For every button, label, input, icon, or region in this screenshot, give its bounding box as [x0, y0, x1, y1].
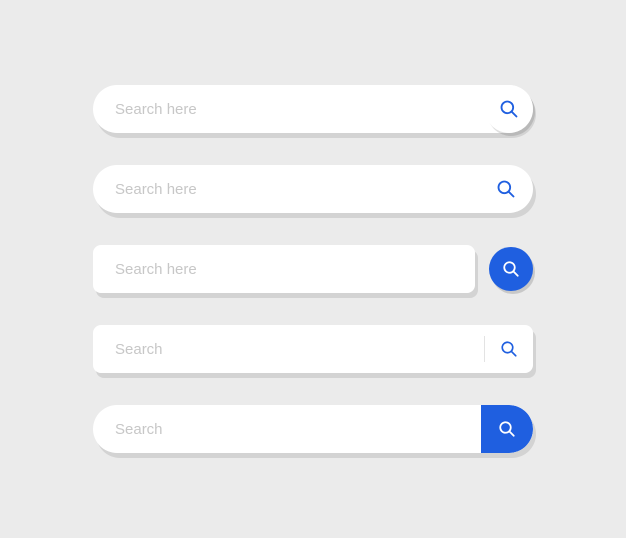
search-input[interactable]: [93, 245, 475, 293]
search-button[interactable]: [485, 85, 533, 133]
search-icon: [499, 99, 519, 119]
search-icon: [502, 260, 520, 278]
search-input[interactable]: [93, 325, 484, 373]
search-input[interactable]: [93, 405, 481, 453]
search-bar-pill-circle: [93, 85, 533, 133]
search-bar-rect-detached: [93, 245, 533, 293]
search-icon: [500, 340, 518, 358]
search-button[interactable]: [485, 325, 533, 373]
search-input-box: [93, 245, 475, 293]
search-icon: [496, 179, 516, 199]
search-button[interactable]: [481, 405, 533, 453]
search-input[interactable]: [93, 85, 485, 133]
search-bar-rect-divider: [93, 325, 533, 373]
search-button[interactable]: [485, 165, 533, 213]
search-button[interactable]: [489, 247, 533, 291]
search-input[interactable]: [93, 165, 485, 213]
search-icon: [498, 420, 516, 438]
search-bar-pill-attached: [93, 405, 533, 453]
search-bar-pill-plain: [93, 165, 533, 213]
